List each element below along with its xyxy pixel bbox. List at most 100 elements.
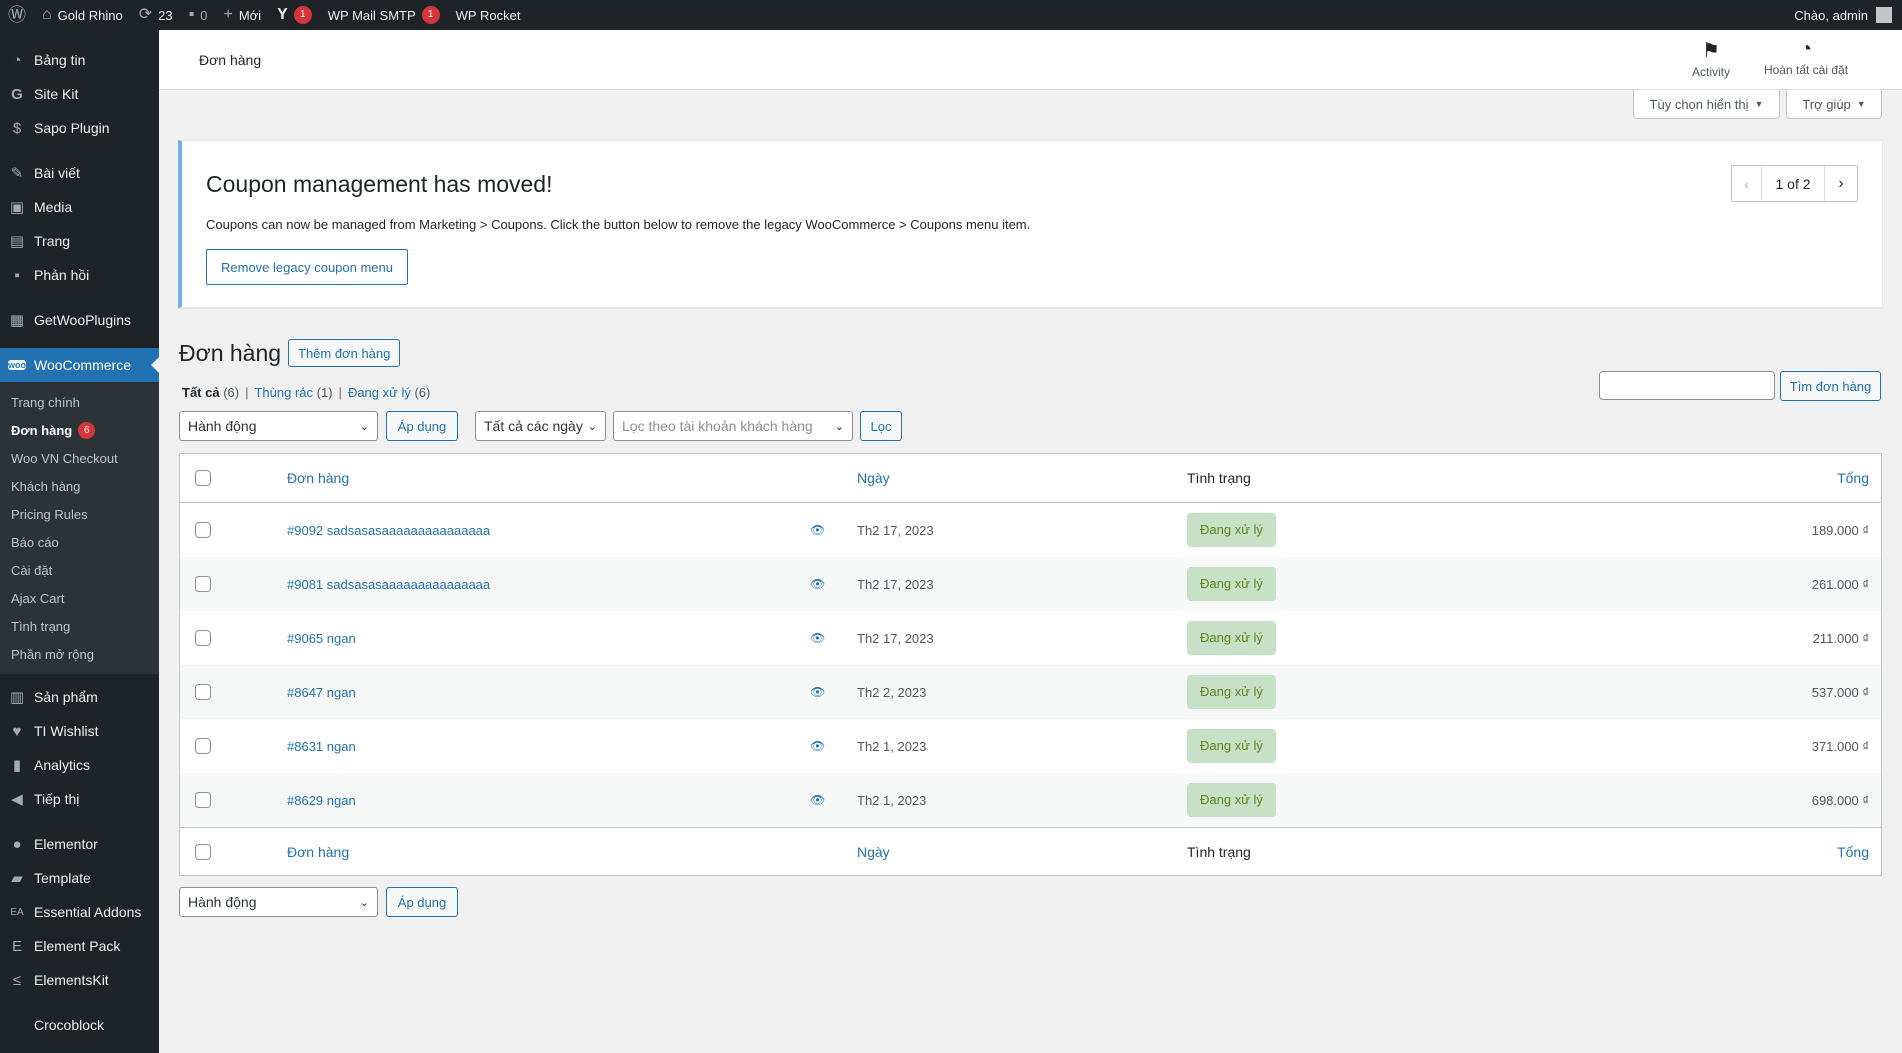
eye-icon[interactable]: 👁 [810,739,825,753]
column-total[interactable]: Tổng [1837,844,1869,860]
wp-mail-smtp-menu[interactable]: WP Mail SMTP 1 [320,0,448,30]
sidebar-item-getwooplugins[interactable]: ▦ GetWooPlugins [0,303,159,337]
table-row[interactable]: #8629 ngan 👁 Th2 1, 2023 Đang xử lý 698.… [180,773,1881,827]
order-link[interactable]: #9065 ngan [287,631,356,646]
pager-prev-button[interactable]: ‹ [1732,166,1762,201]
sidebar-item-crocoblock[interactable]: Crocoblock [0,1008,159,1042]
row-checkbox[interactable] [195,522,211,538]
status-badge: Đang xử lý [1187,729,1276,763]
row-checkbox[interactable] [195,630,211,646]
eye-icon[interactable]: 👁 [810,577,825,591]
order-date: Th2 2, 2023 [857,684,927,700]
comment-icon: ▪ [14,266,20,284]
sidebar-item-elementor[interactable]: ● Elementor [0,827,159,861]
order-link[interactable]: #8629 ngan [287,793,356,808]
sidebar-item-label: WooCommerce [34,357,131,373]
sidebar-item-woocommerce[interactable]: woo WooCommerce [0,348,159,382]
eye-icon[interactable]: 👁 [810,793,825,807]
table-row[interactable]: #9092 sadsasasaaaaaaaaaaaaaaa 👁 Th2 17, … [180,503,1881,557]
sidebar-item-marketing[interactable]: ◀ Tiếp thị [0,782,159,816]
view-trash[interactable]: Thùng rác (1) [254,385,332,400]
comments-menu[interactable]: ▪ 0 [181,0,216,30]
wp-logo-menu[interactable]: Ⓦ [0,0,34,30]
search-orders-button[interactable]: Tìm đơn hàng [1780,371,1881,401]
submenu-item-status[interactable]: Tình trạng [0,612,159,640]
submenu-item-pricing-rules[interactable]: Pricing Rules [0,500,159,528]
row-checkbox[interactable] [195,792,211,808]
apply-button-bottom[interactable]: Áp dụng [386,887,458,917]
eye-icon[interactable]: 👁 [810,523,825,537]
apply-button[interactable]: Áp dụng [386,411,458,441]
new-content-menu[interactable]: + Mới [216,0,270,30]
submenu-item-customers[interactable]: Khách hàng [0,472,159,500]
sidebar-item-sapo-plugin[interactable]: $ Sapo Plugin [0,111,159,145]
filter-button[interactable]: Lọc [860,411,902,441]
admin-sidebar: ◔ Bảng tin G Site Kit $ Sapo Plugin ✎ Bài vi… [0,30,159,1053]
date-filter-select[interactable]: Tất cả các ngày ⌄ [475,411,606,441]
add-order-button[interactable]: Thêm đơn hàng [288,339,401,367]
sidebar-item-dashboard[interactable]: ◔ Bảng tin [0,43,159,77]
view-label: Thùng rác [254,385,314,400]
customer-filter-select[interactable]: Lọc theo tài khoản khách hàng ⌄ [613,411,853,441]
help-button[interactable]: Trợ giúp ▼ [1786,90,1882,119]
row-checkbox[interactable] [195,684,211,700]
order-link[interactable]: #8647 ngan [287,685,356,700]
submenu-item-reports[interactable]: Báo cáo [0,528,159,556]
eye-icon[interactable]: 👁 [810,631,825,645]
chevron-down-icon: ⌄ [359,896,369,909]
column-order[interactable]: Đơn hàng [287,470,349,486]
remove-legacy-coupon-button[interactable]: Remove legacy coupon menu [206,249,408,285]
view-all[interactable]: Tất cả (6) [182,385,239,400]
eye-icon[interactable]: 👁 [810,685,825,699]
sidebar-item-analytics[interactable]: ▮ Analytics [0,748,159,782]
submenu-item-home[interactable]: Trang chính [0,388,159,416]
sidebar-item-pages[interactable]: ▤ Trang [0,224,159,258]
sidebar-item-site-kit[interactable]: G Site Kit [0,77,159,111]
table-row[interactable]: #8631 ngan 👁 Th2 1, 2023 Đang xử lý 371.… [180,719,1881,773]
sidebar-item-template[interactable]: ▰ Template [0,861,159,895]
order-link[interactable]: #9081 sadsasasaaaaaaaaaaaaaaa [287,577,490,592]
activity-button[interactable]: ⚑ Activity [1666,38,1756,79]
updates-menu[interactable]: ⟳ 23 [131,0,181,30]
screen-options-button[interactable]: Tùy chọn hiển thị ▼ [1633,90,1780,119]
submenu-item-extensions[interactable]: Phần mở rộng [0,640,159,668]
bulk-action-select-bottom[interactable]: Hành động ⌄ [179,887,378,917]
table-row[interactable]: #8647 ngan 👁 Th2 2, 2023 Đang xử lý 537.… [180,665,1881,719]
row-checkbox[interactable] [195,738,211,754]
yoast-menu[interactable]: Y1 [269,0,320,30]
submenu-item-orders[interactable]: Đơn hàng 6 [0,416,159,444]
row-checkbox[interactable] [195,576,211,592]
sidebar-item-element-pack[interactable]: E Element Pack [0,929,159,963]
sidebar-item-ti-wishlist[interactable]: ♥ TI Wishlist [0,714,159,748]
updates-icon: ⟳ [138,6,153,23]
order-link[interactable]: #8631 ngan [287,739,356,754]
submenu-item-woo-vn-checkout[interactable]: Woo VN Checkout [0,444,159,472]
column-date[interactable]: Ngày [857,844,890,860]
sidebar-item-products[interactable]: ▥ Sản phẩm [0,680,159,714]
table-row[interactable]: #9065 ngan 👁 Th2 17, 2023 Đang xử lý 211… [180,611,1881,665]
orders-table: Đơn hàng Ngày Tình trạng Tổng #9092 sads… [179,453,1882,876]
table-row[interactable]: #9081 sadsasasaaaaaaaaaaaaaaa 👁 Th2 17, … [180,557,1881,611]
column-date[interactable]: Ngày [857,470,890,486]
sidebar-item-comments[interactable]: ▪ Phản hồi [0,258,159,292]
sidebar-item-essential-addons[interactable]: EA Essential Addons [0,895,159,929]
column-status: Tình trạng [1187,470,1251,486]
my-account-menu[interactable]: Chào, admin [1794,7,1902,23]
submenu-item-settings[interactable]: Cài đặt [0,556,159,584]
search-input[interactable] [1599,371,1775,400]
select-all-checkbox[interactable] [195,843,211,860]
pager-next-button[interactable]: › [1824,166,1857,201]
sidebar-item-posts[interactable]: ✎ Bài viết [0,156,159,190]
sidebar-item-elementskit[interactable]: ≤ ElementsKit [0,963,159,997]
sidebar-item-media[interactable]: ▣ Media [0,190,159,224]
column-total[interactable]: Tổng [1837,470,1869,486]
wp-rocket-menu[interactable]: WP Rocket [448,0,529,30]
finish-setup-button[interactable]: ◔ Hoàn tất cài đặt [1753,38,1859,77]
column-order[interactable]: Đơn hàng [287,844,349,860]
order-link[interactable]: #9092 sadsasasaaaaaaaaaaaaaaa [287,523,490,538]
submenu-item-ajax-cart[interactable]: Ajax Cart [0,584,159,612]
site-name-menu[interactable]: ⌂ Gold Rhino [34,0,131,30]
bulk-action-select[interactable]: Hành động ⌄ [179,411,378,441]
view-processing[interactable]: Đang xử lý (6) [348,385,430,400]
select-all-checkbox[interactable] [195,470,211,486]
